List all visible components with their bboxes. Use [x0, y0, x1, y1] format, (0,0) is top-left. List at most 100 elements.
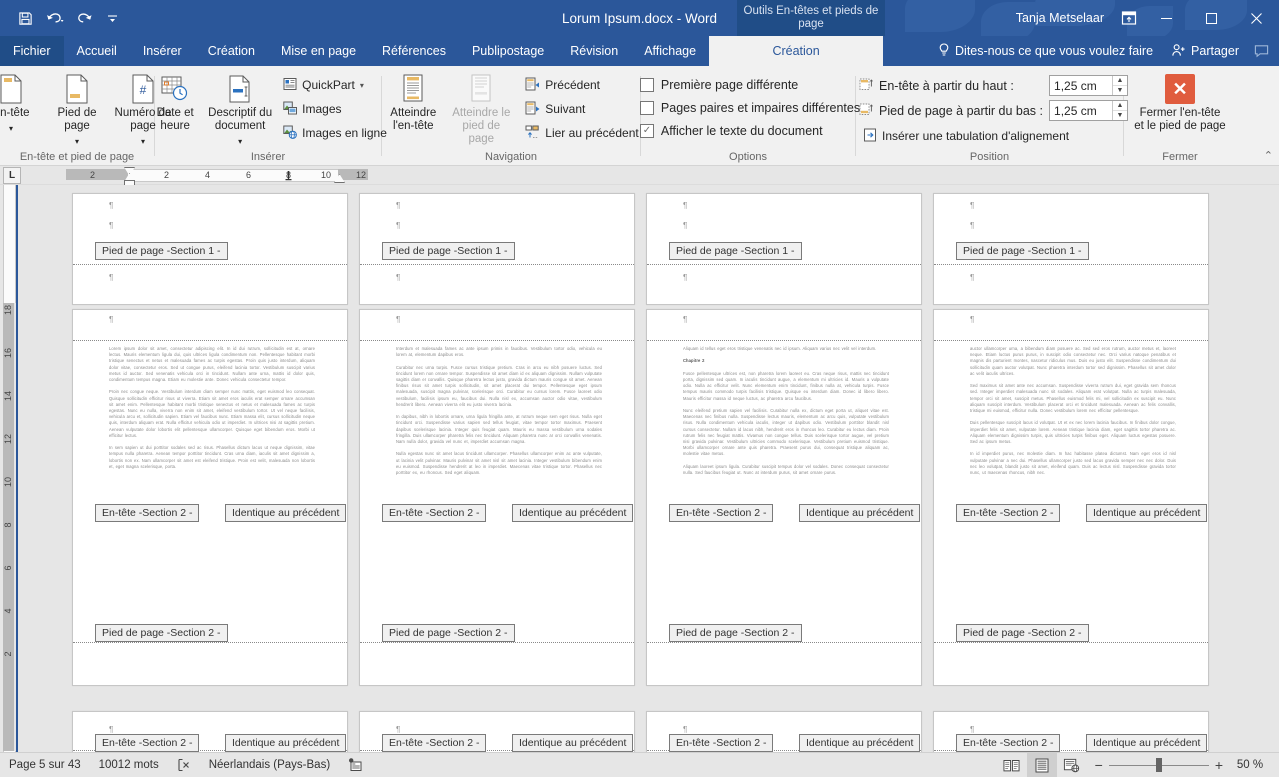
document-info-button[interactable]: Descriptif du document ▾ [205, 71, 275, 148]
tab-creation-headerfooter[interactable]: Création [709, 36, 884, 66]
tab-affichage[interactable]: Affichage [631, 36, 709, 66]
goto-header-label: Atteindre l'en-tête [390, 107, 437, 132]
footer-dropdown-icon[interactable]: ▾ [75, 135, 79, 148]
read-mode-icon[interactable] [997, 753, 1027, 777]
paragraph-mark: ¶ [109, 315, 114, 324]
page-top-1[interactable]: ¶ ¶ Pied de page -Section 1 - ¶ [72, 193, 348, 305]
ruler-track[interactable]: 2 2 4 6 8 10 12 [24, 166, 1279, 187]
footer-button[interactable]: Pied de page ▾ [44, 71, 110, 148]
zoom-out-button[interactable]: − [1095, 758, 1103, 772]
zoom-control: − + 50 % [1087, 758, 1279, 772]
zoom-slider[interactable] [1108, 758, 1209, 772]
checkbox-odd-even-different[interactable]: Pages paires et impaires différentes [639, 96, 864, 119]
checkbox-box[interactable] [639, 100, 654, 115]
paragraph-mark: ¶ [396, 221, 401, 230]
quickpart-item[interactable]: QuickPart ▾ [279, 73, 391, 97]
page-top-2[interactable]: ¶ ¶ Pied de page -Section 1 - ¶ [359, 193, 635, 305]
status-page-indicator[interactable]: Page 5 sur 43 [0, 753, 90, 777]
zoom-level-value[interactable]: 50 % [1229, 759, 1271, 771]
previous-item[interactable]: Précédent [521, 73, 642, 97]
page-top-3[interactable]: ¶ ¶ Pied de page -Section 1 - ¶ [646, 193, 922, 305]
page-8[interactable]: ¶ auctor ullamcorper urna, a bibendum di… [933, 309, 1209, 686]
paragraph-mark: ¶ [683, 221, 688, 230]
tab-fichier[interactable]: Fichier [0, 36, 64, 66]
close-header-footer-label: Fermer l'en-tête et le pied de page [1134, 107, 1226, 132]
next-icon [525, 101, 540, 118]
status-language[interactable]: Néerlandais (Pays-Bas) [200, 753, 339, 777]
body-paragraph: Sed maximus sit amet ante nec accumsan. … [970, 383, 1176, 414]
zoom-slider-thumb[interactable] [1155, 758, 1162, 772]
pictures-item[interactable]: Images [279, 97, 391, 121]
document-info-dropdown-icon[interactable]: ▾ [238, 135, 242, 148]
page-5[interactable]: ¶ Lorem ipsum dolor sit amet, consectetu… [72, 309, 348, 686]
page-top-4[interactable]: ¶ ¶ Pied de page -Section 1 - ¶ [933, 193, 1209, 305]
tell-me-box[interactable]: Dites-nous ce que vous voulez faire [928, 42, 1163, 60]
redo-icon[interactable] [72, 6, 98, 30]
online-pictures-item[interactable]: Images en ligne [279, 121, 391, 145]
save-icon[interactable] [12, 6, 38, 30]
tab-accueil[interactable]: Accueil [64, 36, 130, 66]
maximize-button[interactable] [1189, 0, 1234, 36]
goto-header-button[interactable]: Atteindre l'en-tête [379, 71, 447, 133]
undo-icon[interactable] [40, 6, 70, 30]
status-word-count[interactable]: 10012 mots [90, 753, 168, 777]
page-bottom-2[interactable]: ¶ faucibus laoreet turpis non posuere du… [359, 711, 635, 752]
header-from-top-spinner[interactable]: ▲▼ [1049, 75, 1129, 96]
tab-references[interactable]: Références [369, 36, 459, 66]
body-paragraph: Lorem ipsum dolor sit amet, consectetur … [109, 346, 315, 383]
web-layout-icon[interactable] [1057, 753, 1087, 777]
close-header-footer-button[interactable]: ✕ Fermer l'en-tête et le pied de page [1134, 71, 1226, 133]
header-button[interactable]: En-tête ▾ [0, 71, 44, 135]
quickpart-dropdown-icon[interactable]: ▾ [360, 81, 364, 90]
tab-inserer[interactable]: Insérer [130, 36, 195, 66]
customize-qat-icon[interactable] [100, 6, 126, 30]
comments-icon[interactable] [1247, 44, 1275, 58]
next-item[interactable]: Suivant [521, 97, 642, 121]
minimize-button[interactable] [1144, 0, 1189, 36]
vruler-tick-6: 6 [3, 565, 13, 571]
header-dropdown-icon[interactable]: ▾ [9, 122, 13, 135]
footer-from-bottom-icon [859, 103, 873, 119]
alignment-tab-item[interactable]: Insérer une tabulation d'alignement [859, 123, 1128, 149]
checkbox-first-page-different[interactable]: Première page différente [639, 73, 864, 96]
group-label-insert: Insérer [250, 151, 286, 163]
tab-stop-selector[interactable]: L [0, 166, 24, 184]
checkbox-box[interactable] [639, 77, 654, 92]
checkbox-box[interactable]: ✓ [639, 123, 654, 138]
close-button[interactable] [1234, 0, 1279, 36]
share-button[interactable]: Partager [1163, 43, 1247, 60]
page-bottom-3[interactable]: ¶ faucibus orci luctus et ultrices posue… [646, 711, 922, 752]
footer-section-tag: Pied de page -Section 2 - [669, 624, 802, 642]
page-6[interactable]: ¶ Interdum et malesuada fames ac ante ip… [359, 309, 635, 686]
link-to-previous-label: Lier au précédent [545, 126, 639, 140]
date-time-button-label: Date et heure [156, 107, 194, 132]
zoom-in-button[interactable]: + [1215, 758, 1223, 772]
tab-stop-marker[interactable] [285, 170, 292, 181]
checkbox-show-document-text[interactable]: ✓ Afficher le texte du document [639, 119, 864, 142]
date-time-button[interactable]: Date et heure [145, 71, 205, 133]
proofing-errors-icon[interactable] [168, 753, 200, 777]
page-7[interactable]: ¶ Aliquam id tellus eget eros tristique … [646, 309, 922, 686]
footer-from-bottom-input[interactable] [1050, 101, 1113, 120]
footer-boundary-line [647, 642, 921, 643]
ribbon-group-close: ✕ Fermer l'en-tête et le pied de page Fe… [1124, 66, 1236, 165]
header-from-top-input[interactable] [1050, 76, 1113, 95]
ribbon-display-options-icon[interactable] [1114, 0, 1144, 36]
page-bottom-1[interactable]: ¶ iaculis fermentum purus ultricies tris… [72, 711, 348, 752]
footer-from-bottom-spinner[interactable]: ▲▼ [1049, 100, 1129, 121]
tab-revision[interactable]: Révision [557, 36, 631, 66]
tab-publipostage[interactable]: Publipostage [459, 36, 557, 66]
link-to-previous-item[interactable]: Lier au précédent [521, 121, 642, 145]
collapse-ribbon-icon[interactable]: ⌃ [1264, 149, 1273, 162]
user-account-name[interactable]: Tanja Metselaar [1016, 11, 1104, 25]
body-paragraph: Aliquam laoreet ipsum ligula. Curabitur … [683, 463, 889, 476]
page-bottom-4[interactable]: ¶ Maecenas pellentesque lorem risus, eu … [933, 711, 1209, 752]
body-paragraph: In dapibus, nibh in lobortis ornare, urn… [396, 414, 602, 445]
ruler-tick-12: 12 [356, 170, 367, 180]
body-paragraph: In id imperdiet purus, nec molestie diam… [970, 451, 1176, 476]
record-macro-icon[interactable] [339, 753, 372, 777]
document-canvas[interactable]: ¶ ¶ Pied de page -Section 1 - ¶ ¶ ¶ Pied… [16, 185, 1279, 752]
tab-creation[interactable]: Création [195, 36, 268, 66]
print-layout-icon[interactable] [1026, 753, 1057, 777]
tab-mise-en-page[interactable]: Mise en page [268, 36, 369, 66]
